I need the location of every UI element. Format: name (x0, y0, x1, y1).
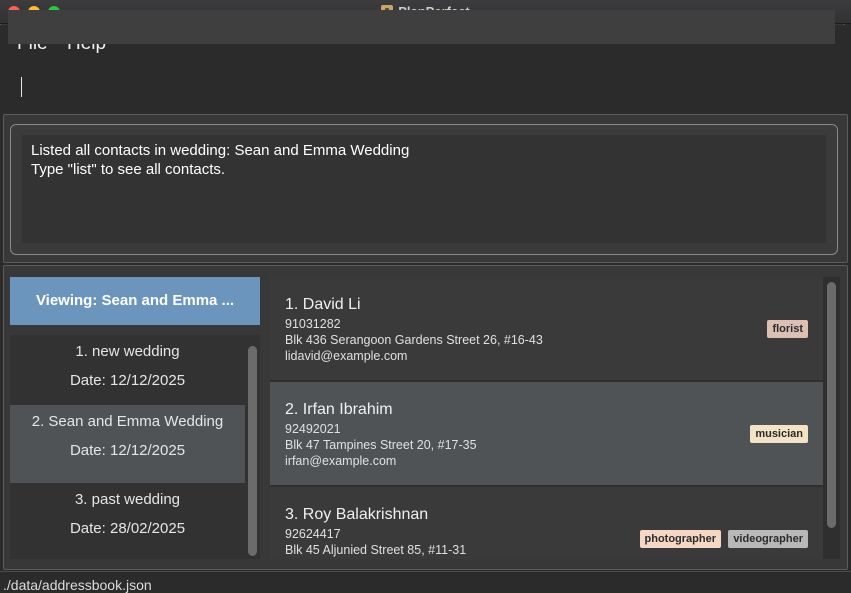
person-name: 1. David Li (285, 296, 361, 313)
wedding-date: Date: 12/12/2025 (69, 442, 186, 459)
tag-videographer: videographer (728, 530, 808, 548)
person-address: Blk 436 Serangoon Gardens Street 26, #16… (285, 333, 543, 347)
wedding-name: 3. past wedding (74, 491, 181, 508)
person-address: Blk 45 Aljunied Street 85, #11-31 (285, 543, 467, 557)
person-card-selected[interactable]: 2. Irfan Ibrahim 92492021 Blk 47 Tampine… (270, 382, 823, 485)
wedding-list-item-selected[interactable]: 2. Sean and Emma Wedding Date: 12/12/202… (10, 405, 245, 483)
wedding-date: Date: 28/02/2025 (69, 520, 186, 537)
result-line: Listed all contacts in wedding: Sean and… (31, 142, 410, 159)
status-file-path: ./data/addressbook.json (3, 577, 152, 593)
person-phone: 91031282 (285, 317, 341, 331)
person-name: 2. Irfan Ibrahim (285, 401, 393, 418)
command-input[interactable] (8, 10, 835, 44)
wedding-list-item[interactable]: 1. new wedding Date: 12/12/2025 (10, 335, 245, 413)
person-card[interactable]: 3. Roy Balakrishnan 92624417 Blk 45 Alju… (270, 487, 823, 559)
text-caret (21, 77, 22, 97)
person-phone: 92624417 (285, 527, 341, 541)
wedding-name: 2. Sean and Emma Wedding (31, 413, 224, 430)
wedding-name: 1. new wedding (75, 343, 180, 360)
tag-photographer: photographer (639, 530, 721, 548)
person-name: 3. Roy Balakrishnan (285, 506, 429, 523)
person-list-scrollbar[interactable] (827, 282, 836, 528)
person-email: lidavid@example.com (285, 349, 408, 363)
wedding-date: Date: 12/12/2025 (69, 372, 186, 389)
person-address: Blk 47 Tampines Street 20, #17-35 (285, 438, 477, 452)
wedding-list-scrollbar[interactable] (248, 346, 257, 556)
person-email: irfan@example.com (285, 454, 397, 468)
status-bar: ./data/addressbook.json (0, 571, 851, 593)
wedding-list-item[interactable]: 3. past wedding Date: 28/02/2025 (10, 483, 245, 559)
result-display[interactable]: Listed all contacts in wedding: Sean and… (22, 135, 826, 243)
person-phone: 92492021 (285, 422, 341, 436)
viewing-wedding-header: Viewing: Sean and Emma ... (10, 277, 260, 325)
tag-musician: musician (750, 425, 808, 443)
result-line: Type "list" to see all contacts. (31, 161, 226, 178)
wedding-list[interactable]: 1. new wedding Date: 12/12/2025 2. Sean … (10, 335, 260, 559)
person-card[interactable]: 1. David Li 91031282 Blk 436 Serangoon G… (270, 277, 823, 380)
tag-florist: florist (767, 320, 808, 338)
